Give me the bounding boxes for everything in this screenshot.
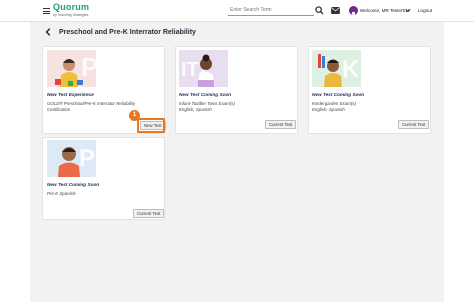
toddler-blocks-photo-icon: P (47, 50, 96, 87)
card-image-toddler-girl: IT2 (179, 50, 228, 87)
card-description: Pre-K Spanish- (47, 191, 159, 197)
svg-text:K: K (342, 56, 360, 83)
card-title: New Test Coming Soon (179, 92, 232, 97)
logo-text: Quorum (53, 2, 90, 12)
current-test-button[interactable]: Current Test (133, 209, 165, 218)
current-test-button[interactable]: Current Test (398, 120, 430, 129)
search-input[interactable] (228, 5, 314, 16)
page-title: Preschool and Pre-K Interrator Reliabili… (59, 29, 196, 36)
search-icon[interactable] (315, 6, 324, 15)
current-test-button[interactable]: Current Test (265, 120, 297, 129)
boy-smiling-photo-icon: P (47, 140, 96, 177)
logout-link[interactable]: Logout (418, 8, 432, 13)
chevron-down-icon[interactable] (405, 8, 411, 13)
toddler-girl-photo-icon: IT2 (179, 50, 228, 87)
svg-text:P: P (81, 52, 96, 82)
child-colorful-photo-icon: K (312, 50, 361, 87)
card-description: Infant-Toddler Twos Exam(s) English, Spa… (179, 101, 291, 113)
welcome-text[interactable]: Welcome, MR Tester51! (360, 8, 409, 13)
card-description-line: English, Spanish (179, 107, 212, 112)
card-description-line: Certification (47, 107, 71, 112)
card-description: GOLD® Preschool/Pre-K Interrator Reliabi… (47, 101, 159, 113)
card-image-boy-smiling: P (47, 140, 96, 177)
quorum-logo[interactable]: Quorum by Teaching Strategies (53, 2, 90, 18)
card-image-child-colorful: K (312, 50, 361, 87)
card-title: New Test Experience (47, 92, 94, 97)
card-image-toddler-blocks: P (47, 50, 96, 87)
card-description: Kindergarden Exam(s) English, Spanish (312, 101, 424, 113)
back-arrow-icon[interactable] (45, 28, 51, 36)
user-icon (351, 11, 356, 15)
svg-text:P: P (79, 145, 95, 172)
step-badge: 1 (129, 110, 140, 121)
card-description-line: Pre-K Spanish- (47, 191, 77, 196)
mail-icon[interactable] (331, 7, 340, 14)
hamburger-menu-icon[interactable] (43, 8, 50, 14)
logo-subtext: by Teaching Strategies (53, 13, 89, 17)
card-description-line: English, Spanish (312, 107, 345, 112)
card-title: New Test Coming Soon (47, 182, 100, 187)
callout-highlight (137, 118, 165, 133)
top-bar: Quorum by Teaching Strategies Welcome, M… (0, 0, 474, 22)
user-avatar[interactable] (349, 6, 358, 15)
card-title: New Test Coming Soon (312, 92, 365, 97)
